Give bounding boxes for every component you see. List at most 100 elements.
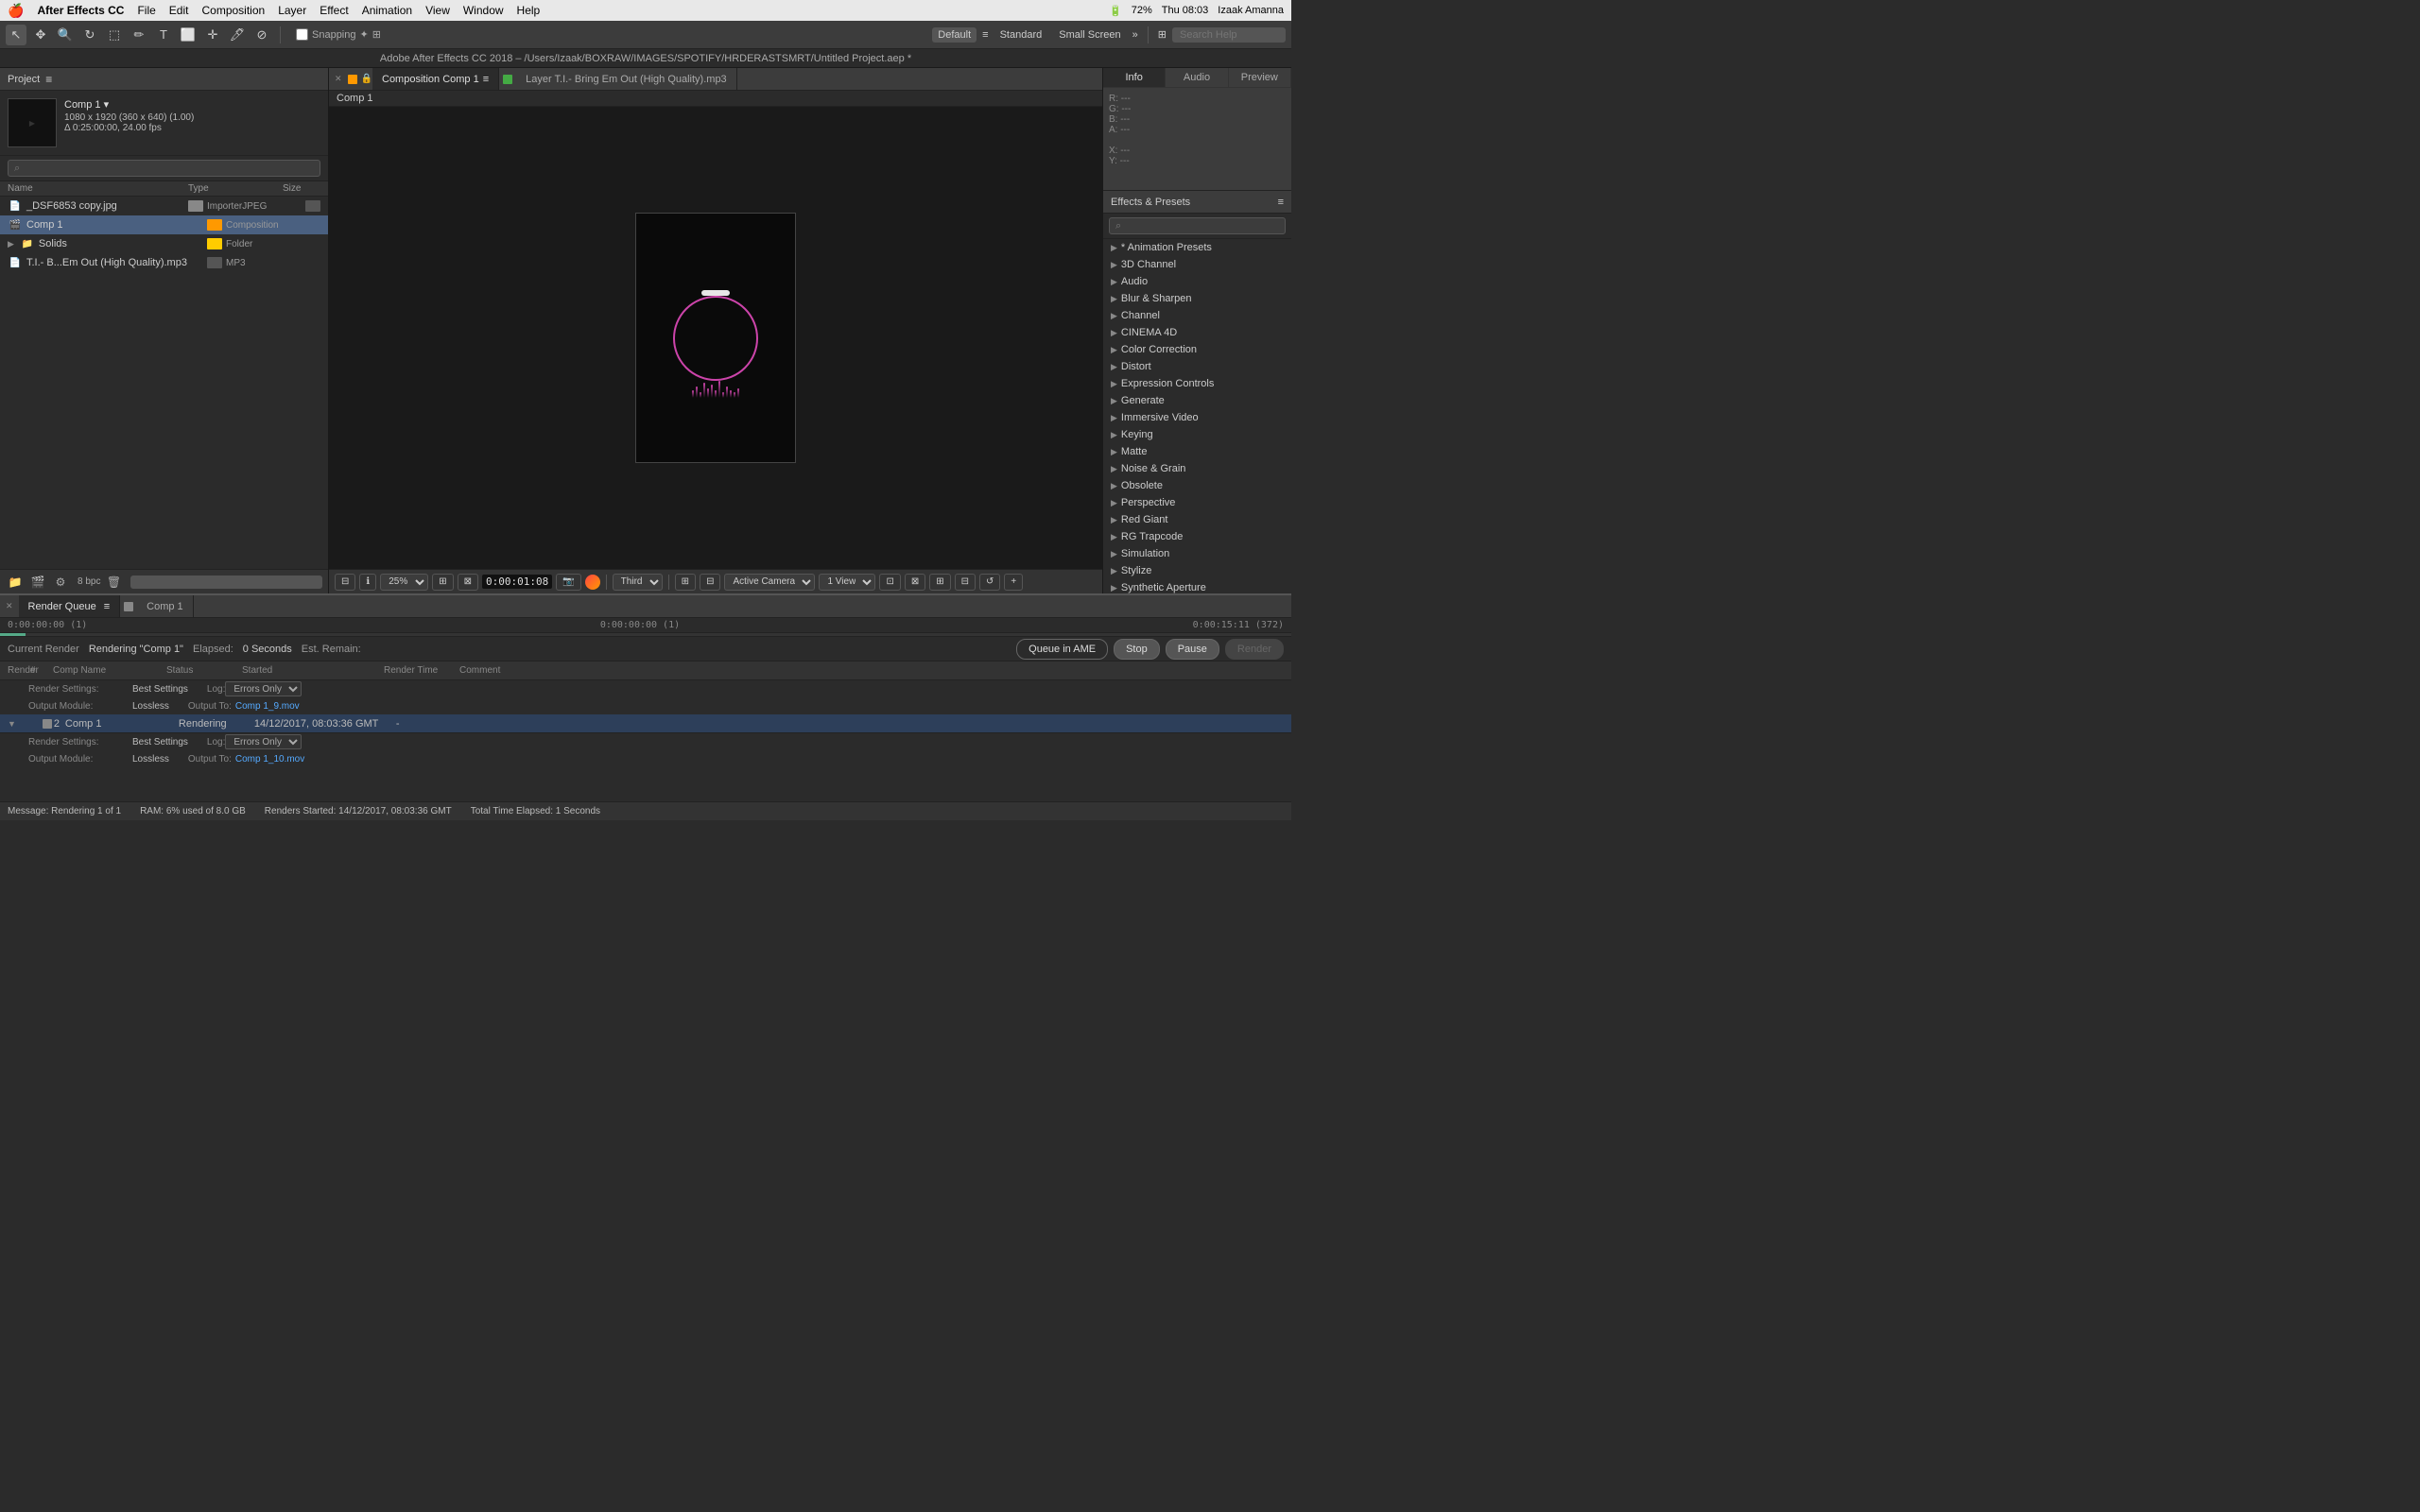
paint-tool[interactable]: ⊘ [251,25,272,45]
output-to-value2[interactable]: Comp 1_10.mov [235,754,304,765]
effects-category-blur[interactable]: ▶ Blur & Sharpen [1103,290,1291,307]
output-to-value[interactable]: Comp 1_9.mov [235,701,300,712]
effects-category-audio[interactable]: ▶ Audio [1103,273,1291,290]
comp-region-btn[interactable]: ⊟ [335,574,355,591]
log-select[interactable]: Errors Only [225,681,302,696]
tab-layer[interactable]: Layer T.I.- Bring Em Out (High Quality).… [516,68,737,90]
tab-comp1[interactable]: Comp 1 [137,595,194,617]
shape-tool[interactable]: ⬜ [178,25,199,45]
comp-name-display[interactable]: Comp 1 ▾ [64,98,194,111]
project-search-input[interactable] [8,160,320,177]
new-folder-btn[interactable]: 📁 [6,573,25,592]
tab-menu-icon[interactable]: ≡ [483,74,489,85]
camera-icon-btn[interactable]: 📷 [556,574,580,591]
file-item-comp[interactable]: 🎬 Comp 1 Composition [0,215,328,234]
comp-info-btn[interactable]: ℹ [359,574,376,591]
settings-btn[interactable]: ⚙ [51,573,70,592]
log-select2[interactable]: Errors Only [225,734,302,749]
effects-category-rgtrapcode[interactable]: ▶ RG Trapcode [1103,528,1291,545]
effects-category-simulation[interactable]: ▶ Simulation [1103,545,1291,562]
tab-audio[interactable]: Audio [1166,68,1228,87]
menu-view[interactable]: View [425,4,450,17]
comp-timecode[interactable]: 0:00:01:08 [482,575,552,589]
file-item-solids[interactable]: ▶ 📁 Solids Folder [0,234,328,253]
tab-render-queue[interactable]: Render Queue ≡ [19,595,121,617]
render-settings-value[interactable]: Best Settings [132,684,188,695]
menu-window[interactable]: Window [463,4,504,17]
view-mode-select[interactable]: Third [613,574,663,591]
zoom-tool[interactable]: 🔍 [55,25,76,45]
render-settings-value2[interactable]: Best Settings [132,737,188,747]
grid-btn[interactable]: ⊞ [675,574,696,591]
render-queue-menu[interactable]: ≡ [104,601,110,612]
reset-btn[interactable]: ↺ [979,574,1000,591]
mask-tool[interactable]: 🖊 [227,25,248,45]
delete-btn[interactable]: 🗑 [104,573,123,592]
effects-category-noise[interactable]: ▶ Noise & Grain [1103,460,1291,477]
3d-btn[interactable]: ⊞ [929,574,950,591]
menu-animation[interactable]: Animation [362,4,412,17]
tab-composition[interactable]: Composition Comp 1 ≡ [372,68,499,90]
menu-layer[interactable]: Layer [278,4,306,17]
comp-canvas[interactable] [329,107,1102,569]
rotate-tool[interactable]: ↻ [79,25,100,45]
tab-close-btn[interactable]: ✕ [329,74,348,84]
tab-preview[interactable]: Preview [1229,68,1291,87]
zoom-select[interactable]: 25% [380,574,428,591]
render-row-active[interactable]: ▼ 2 Comp 1 Rendering 14/12/2017, 08:03:3… [0,714,1291,733]
stop-btn[interactable]: Stop [1114,639,1160,660]
camera-select[interactable]: Active Camera [724,574,815,591]
snapping-checkbox[interactable] [296,28,308,41]
toggle-btn[interactable]: ⊠ [905,574,925,591]
search-help-input[interactable] [1172,27,1286,43]
render-tab-close[interactable]: ✕ [0,601,19,611]
effects-category-color[interactable]: ▶ Color Correction [1103,341,1291,358]
effects-category-distort[interactable]: ▶ Distort [1103,358,1291,375]
effects-search-input[interactable] [1109,217,1286,234]
menu-edit[interactable]: Edit [169,4,189,17]
effects-category-redgiant[interactable]: ▶ Red Giant [1103,511,1291,528]
effects-category-matte[interactable]: ▶ Matte [1103,443,1291,460]
menu-file[interactable]: File [137,4,155,17]
effects-category-cinema4d[interactable]: ▶ CINEMA 4D [1103,324,1291,341]
anchor-tool[interactable]: ✛ [202,25,223,45]
effects-category-synthetic[interactable]: ▶ Synthetic Aperture [1103,579,1291,593]
text-tool[interactable]: T [153,25,174,45]
effects-category-generate[interactable]: ▶ Generate [1103,392,1291,409]
tab-info[interactable]: Info [1103,68,1166,87]
output-module-value2[interactable]: Lossless [132,754,169,765]
render-settings-label[interactable]: Render Settings: [28,684,132,695]
effects-category-keying[interactable]: ▶ Keying [1103,426,1291,443]
effects-menu[interactable]: ≡ [1278,197,1284,208]
effects-category-stylize[interactable]: ▶ Stylize [1103,562,1291,579]
effects-category-channel[interactable]: ▶ Channel [1103,307,1291,324]
render-btn[interactable]: ⊡ [879,574,900,591]
workspace-standard[interactable]: Standard [994,27,1048,43]
camera-tool[interactable]: ⬚ [104,25,125,45]
menu-help[interactable]: Help [517,4,541,17]
new-comp-btn[interactable]: 🎬 [28,573,47,592]
effects-category-3d[interactable]: ▶ 3D Channel [1103,256,1291,273]
views-select[interactable]: 1 View [819,574,875,591]
workspace-chevron[interactable]: » [1132,29,1138,41]
render-btn-main[interactable]: Render [1225,639,1284,660]
brush-tool[interactable]: ✏ [129,25,149,45]
layer-btn[interactable]: ⊟ [700,574,720,591]
workspace-default[interactable]: Default [932,27,977,43]
pixel-btn[interactable]: ⊠ [458,574,478,591]
bit-depth[interactable]: 8 bpc [78,576,100,587]
menu-composition[interactable]: Composition [201,4,265,17]
output-module-label2[interactable]: Output Module: [28,754,132,765]
motion-blur-btn[interactable]: ⊟ [955,574,976,591]
selection-tool[interactable]: ↖ [6,25,26,45]
project-menu-icon[interactable]: ≡ [45,73,52,86]
effects-category-animation[interactable]: ▶ * Animation Presets [1103,239,1291,256]
plus-btn[interactable]: + [1004,574,1023,591]
fit-btn[interactable]: ⊞ [432,574,453,591]
file-item[interactable]: 📄 _DSF6853 copy.jpg ImporterJPEG [0,197,328,215]
render-settings-label2[interactable]: Render Settings: [28,737,132,747]
workspace-small[interactable]: Small Screen [1053,27,1126,43]
pause-btn[interactable]: Pause [1166,639,1219,660]
file-item-mp3[interactable]: 📄 T.I.- B...Em Out (High Quality).mp3 MP… [0,253,328,272]
effects-category-perspective[interactable]: ▶ Perspective [1103,494,1291,511]
